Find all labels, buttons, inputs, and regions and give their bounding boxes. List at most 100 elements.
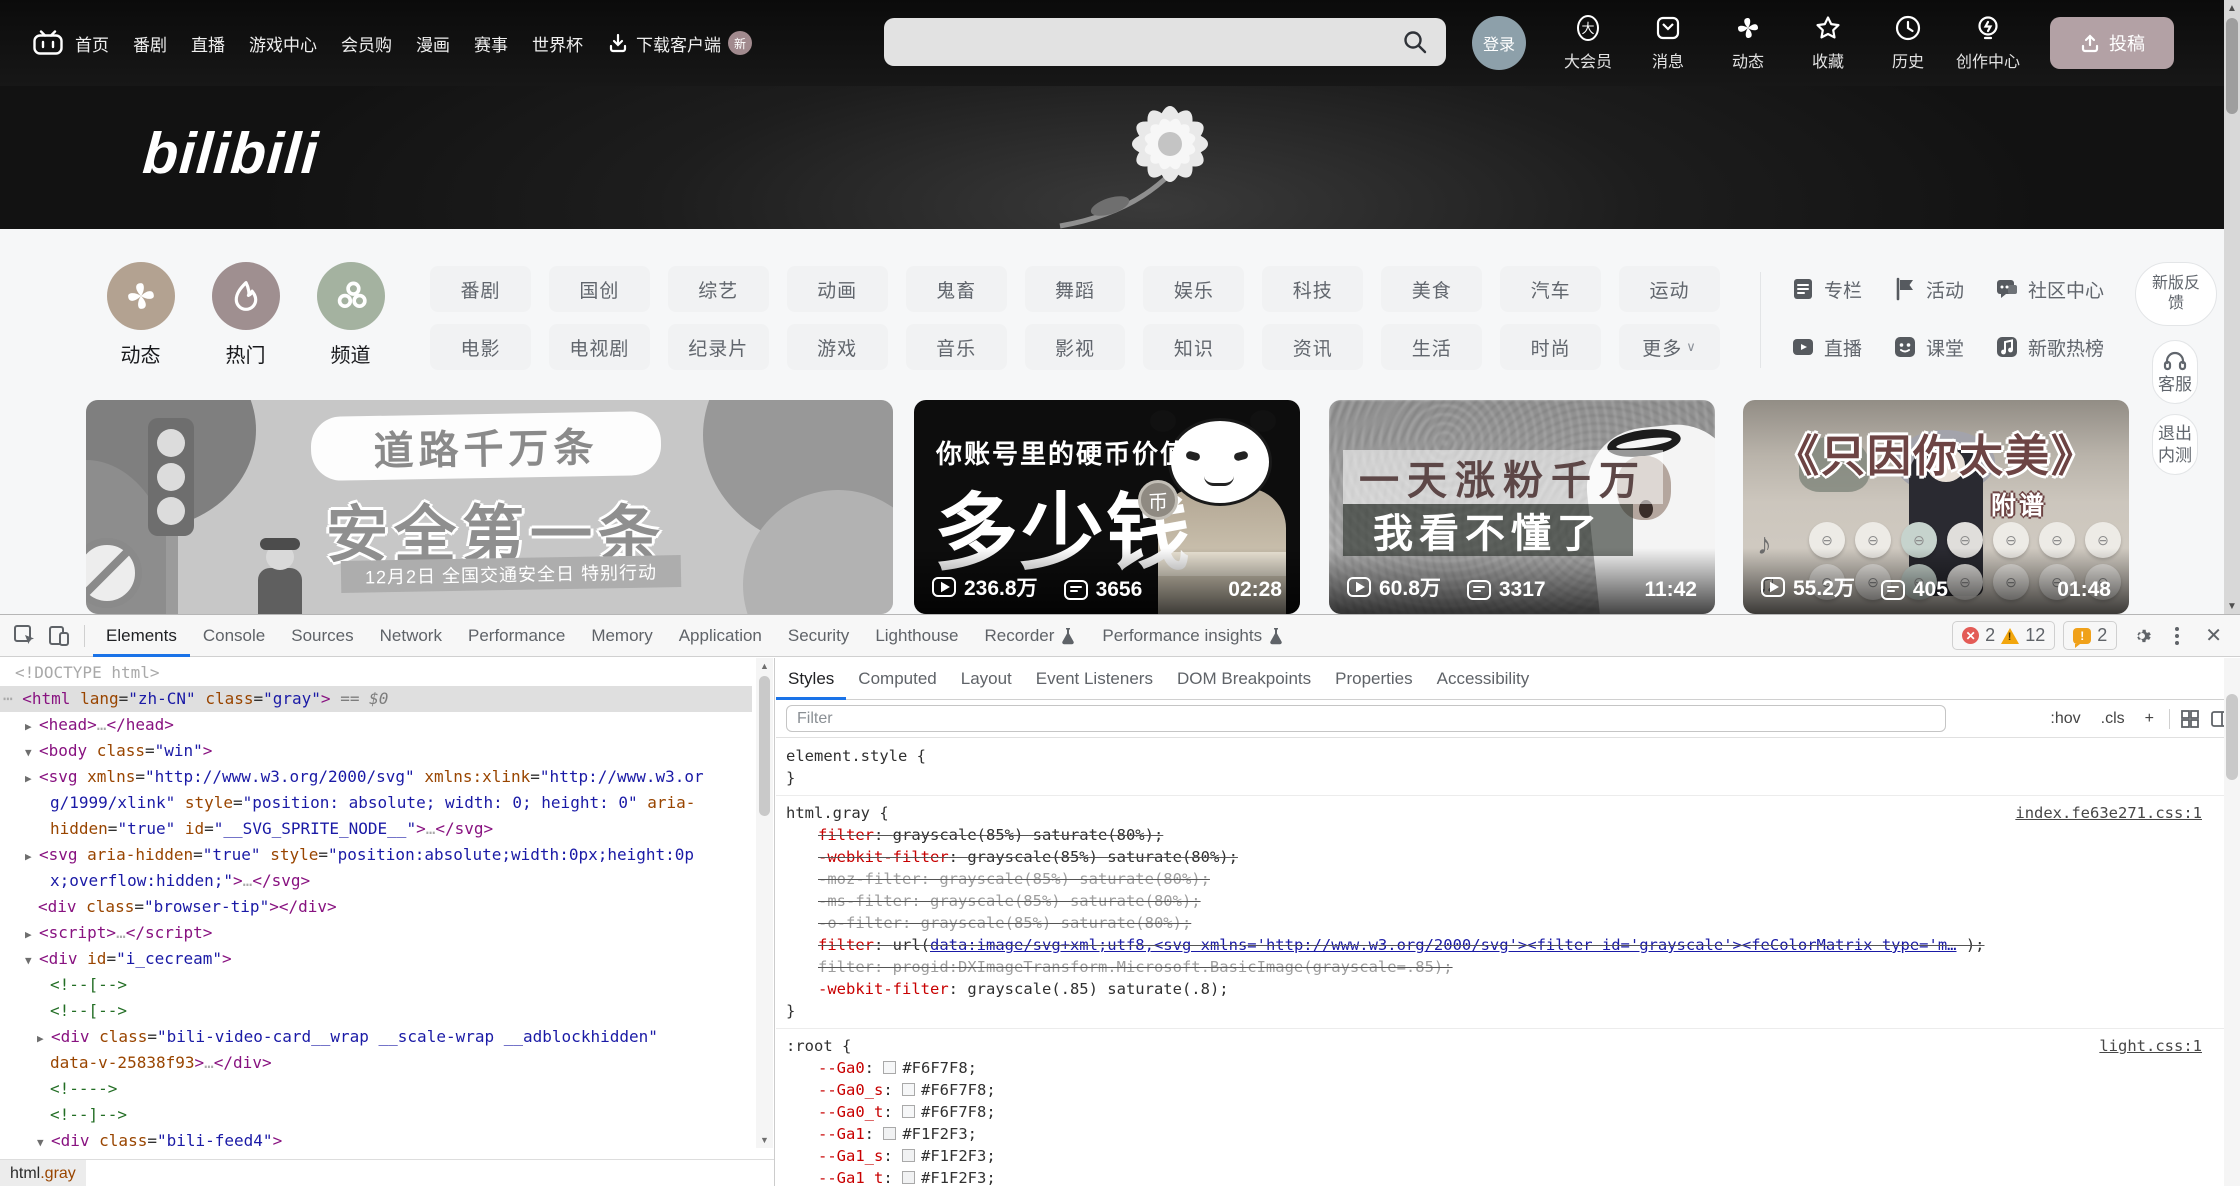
- customer-service-button[interactable]: 客服: [2152, 340, 2198, 404]
- rule-selector[interactable]: html.gray {: [786, 802, 889, 824]
- dom-tree-node[interactable]: ▼<div id="i_cecream">: [0, 946, 752, 972]
- category-番剧[interactable]: 番剧: [430, 266, 531, 312]
- category-运动[interactable]: 运动: [1619, 266, 1720, 312]
- nav-item-直播[interactable]: 直播: [191, 31, 225, 56]
- dom-tree-node[interactable]: <div class="browser-tip"></div>: [0, 894, 752, 920]
- collapse-arrow-icon[interactable]: ▼: [25, 948, 39, 974]
- dom-tree-node[interactable]: ⋯ <html lang="zh-CN" class="gray"> == $0: [0, 686, 752, 712]
- shortcut-热门[interactable]: 热门: [193, 262, 298, 368]
- category-资讯[interactable]: 资讯: [1262, 324, 1363, 370]
- expand-arrow-icon[interactable]: ▶: [25, 844, 39, 870]
- header-banner[interactable]: bilibili: [0, 86, 2240, 229]
- expand-arrow-icon[interactable]: ▶: [25, 766, 39, 792]
- elements-scrollbar[interactable]: ▲ ▼: [756, 658, 773, 1148]
- stylesheet-link[interactable]: index.fe63e271.css:1: [2015, 802, 2214, 824]
- category-电视剧[interactable]: 电视剧: [549, 324, 650, 370]
- dom-tree-node[interactable]: ▶<head>…</head>: [0, 712, 752, 738]
- category-娱乐[interactable]: 娱乐: [1143, 266, 1244, 312]
- action-动态[interactable]: 动态: [1708, 14, 1788, 72]
- scroll-down-arrow[interactable]: ▼: [756, 1132, 773, 1148]
- category-音乐[interactable]: 音乐: [906, 324, 1007, 370]
- action-历史[interactable]: 历史: [1868, 14, 1948, 72]
- tab-performance[interactable]: Performance: [455, 615, 578, 657]
- tab-application[interactable]: Application: [666, 615, 775, 657]
- shortcut-动态[interactable]: 动态: [88, 262, 193, 368]
- close-devtools-icon[interactable]: ✕: [2195, 623, 2232, 648]
- activity-banner-card[interactable]: 道路千万条 安全第一条 12月2日 全国交通安全日 特别行动: [86, 400, 893, 614]
- category-美食[interactable]: 美食: [1381, 266, 1482, 312]
- css-property[interactable]: --Ga0_s: #F6F7F8;: [786, 1079, 2214, 1101]
- css-property[interactable]: filter: url(data:image/svg+xml;utf8,<svg…: [786, 934, 2214, 956]
- dom-tree-node[interactable]: hidden="true" id="__SVG_SPRITE_NODE__">……: [0, 816, 752, 842]
- dom-tree-node[interactable]: g/1999/xlink" style="position: absolute;…: [0, 790, 752, 816]
- rendering-emulation-icon[interactable]: [2180, 709, 2200, 729]
- action-消息[interactable]: 消息: [1628, 14, 1708, 72]
- css-property[interactable]: filter: grayscale(85%) saturate(80%);: [786, 824, 2214, 846]
- login-button[interactable]: 登录: [1472, 16, 1526, 70]
- styles-filter-input[interactable]: [786, 705, 1946, 732]
- link-活动[interactable]: 活动: [1892, 276, 1964, 303]
- collapse-arrow-icon[interactable]: ▼: [37, 1130, 51, 1156]
- scrollbar-thumb[interactable]: [2226, 18, 2238, 114]
- tab-network[interactable]: Network: [367, 615, 455, 657]
- settings-gear-icon[interactable]: [2125, 621, 2159, 651]
- color-swatch[interactable]: [902, 1149, 915, 1162]
- dom-tree-node[interactable]: <!DOCTYPE html>: [0, 660, 752, 686]
- tab-security[interactable]: Security: [775, 615, 862, 657]
- dom-tree-node[interactable]: data-v-25838f93>…</div>: [0, 1050, 752, 1076]
- breadcrumb-html-gray[interactable]: html.gray: [0, 1160, 86, 1186]
- css-property[interactable]: --Ga1_s: #F1F2F3;: [786, 1145, 2214, 1167]
- category-舞蹈[interactable]: 舞蹈: [1025, 266, 1126, 312]
- tab-memory[interactable]: Memory: [578, 615, 665, 657]
- nav-item-会员购[interactable]: 会员购: [341, 31, 392, 56]
- tab-console[interactable]: Console: [190, 615, 278, 657]
- scroll-up-arrow[interactable]: ▲: [2224, 0, 2240, 16]
- category-国创[interactable]: 国创: [549, 266, 650, 312]
- link-专栏[interactable]: 专栏: [1790, 276, 1862, 303]
- link-直播[interactable]: 直播: [1790, 334, 1862, 361]
- upload-button[interactable]: 投稿: [2050, 17, 2174, 69]
- scroll-down-arrow[interactable]: ▼: [2224, 598, 2240, 614]
- dom-tree-node[interactable]: <!---->: [0, 1076, 752, 1102]
- tab-elements[interactable]: Elements: [93, 615, 190, 657]
- more-options-icon[interactable]: [2167, 623, 2187, 649]
- link-社区中心[interactable]: 社区中心: [1994, 276, 2104, 303]
- color-swatch[interactable]: [902, 1083, 915, 1096]
- dom-tree-node[interactable]: ▶<svg aria-hidden="true" style="position…: [0, 842, 752, 868]
- category-知识[interactable]: 知识: [1143, 324, 1244, 370]
- styles-tab-event-listeners[interactable]: Event Listeners: [1024, 658, 1165, 700]
- dom-tree-node[interactable]: ▶<script>…</script>: [0, 920, 752, 946]
- page-scrollbar[interactable]: ▲ ▼: [2224, 0, 2240, 614]
- bilibili-tv-icon[interactable]: [33, 30, 63, 56]
- category-汽车[interactable]: 汽车: [1500, 266, 1601, 312]
- styles-scrollbar[interactable]: [2224, 658, 2240, 1186]
- css-property[interactable]: filter: progid:DXImageTransform.Microsof…: [786, 956, 2214, 978]
- tab-performance-insights[interactable]: Performance insights: [1089, 615, 1297, 657]
- expand-arrow-icon[interactable]: ▶: [25, 922, 39, 948]
- search-input[interactable]: [884, 18, 1446, 66]
- nav-item-番剧[interactable]: 番剧: [133, 31, 167, 56]
- nav-item-漫画[interactable]: 漫画: [416, 31, 450, 56]
- search-icon[interactable]: [1402, 29, 1428, 55]
- dom-tree-node[interactable]: ▶<div class="bili-video-card__wrap __sca…: [0, 1024, 752, 1050]
- dom-tree-node[interactable]: <!--[-->: [0, 998, 752, 1024]
- tab-sources[interactable]: Sources: [278, 615, 366, 657]
- css-property[interactable]: -webkit-filter: grayscale(.85) saturate(…: [786, 978, 2214, 1000]
- css-property[interactable]: --Ga0_t: #F6F7F8;: [786, 1101, 2214, 1123]
- category-时尚[interactable]: 时尚: [1500, 324, 1601, 370]
- new-style-rule-button[interactable]: +: [2140, 708, 2159, 730]
- css-property[interactable]: --Ga1_t: #F1F2F3;: [786, 1167, 2214, 1186]
- nav-item-世界杯[interactable]: 世界杯: [532, 31, 583, 56]
- video-card[interactable]: 一天涨粉千万 我看不懂了 60.8万 3317 11:42: [1329, 400, 1715, 614]
- video-card[interactable]: 你账号里的硬币价值 多少钱 币 236.8万 3656 02:28: [914, 400, 1300, 614]
- dom-tree-node[interactable]: <!--[-->: [0, 972, 752, 998]
- tab-lighthouse[interactable]: Lighthouse: [862, 615, 971, 657]
- expand-arrow-icon[interactable]: ▶: [37, 1026, 51, 1052]
- toggle-cls[interactable]: .cls: [2096, 708, 2130, 730]
- category-电影[interactable]: 电影: [430, 324, 531, 370]
- css-property[interactable]: --Ga1: #F1F2F3;: [786, 1123, 2214, 1145]
- download-client-link[interactable]: 下载客户端 新: [607, 31, 752, 56]
- category-综艺[interactable]: 综艺: [668, 266, 769, 312]
- category-生活[interactable]: 生活: [1381, 324, 1482, 370]
- scrollbar-thumb[interactable]: [2226, 694, 2238, 780]
